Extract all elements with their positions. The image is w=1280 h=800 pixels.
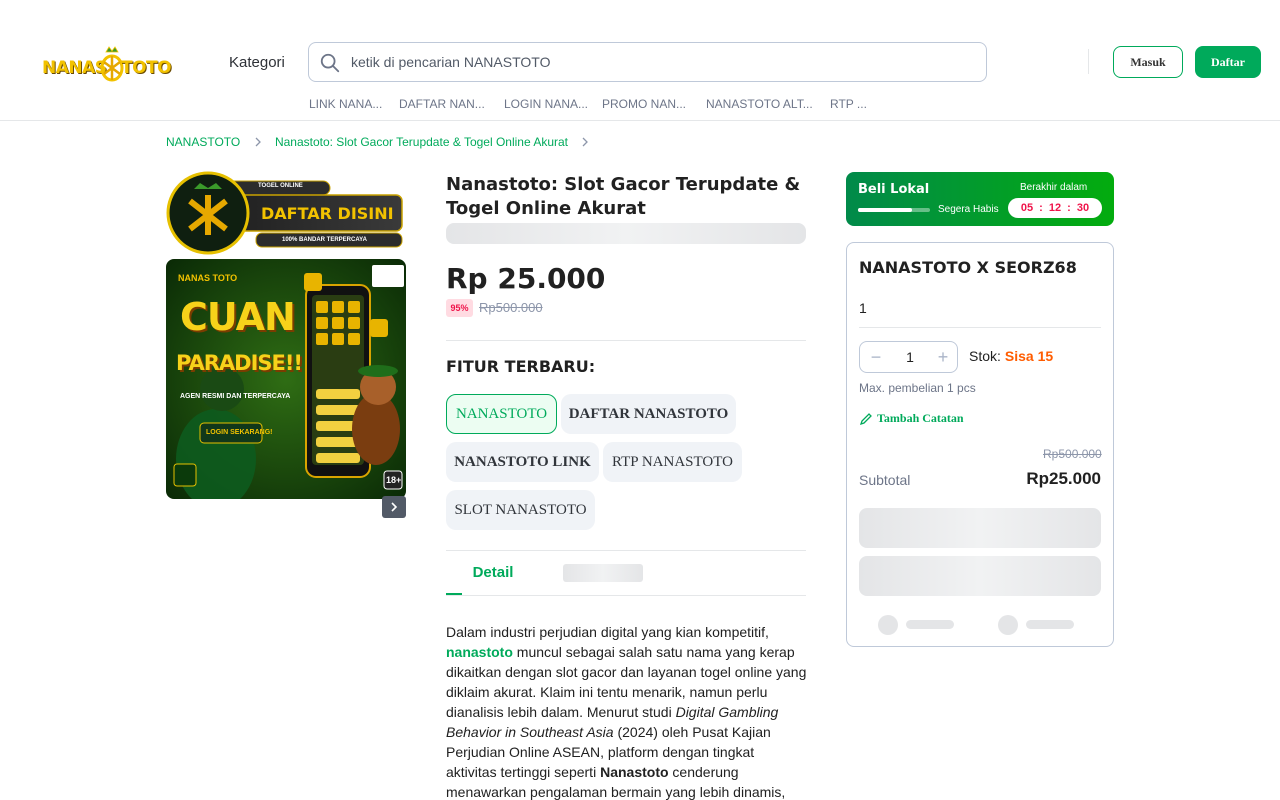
add-note-button[interactable]: Tambah Catatan xyxy=(859,411,964,426)
login-button[interactable]: Masuk xyxy=(1113,46,1183,78)
title-skeleton xyxy=(446,223,806,244)
cart-original-price: Rp500.000 xyxy=(1043,447,1102,461)
banner-cta: DAFTAR DISINI xyxy=(261,204,394,223)
action-skeleton-icon xyxy=(878,615,898,635)
countdown-minutes: 12 xyxy=(1048,202,1062,214)
quicklink-item[interactable]: LOGIN NANA... xyxy=(504,97,588,111)
quantity-stepper: − 1 + xyxy=(859,341,958,373)
stock-status: Segera Habis xyxy=(938,204,999,215)
divider xyxy=(859,327,1101,328)
banner-tagline: AGEN RESMI DAN TERPERCAYA xyxy=(180,393,291,400)
chip-slot-nanastoto[interactable]: SLOT NANASTOTO xyxy=(446,490,595,530)
quicklink-item[interactable]: RTP ... xyxy=(830,97,867,111)
search-icon xyxy=(320,53,340,73)
chip-nanastoto-link[interactable]: NANASTOTO LINK xyxy=(446,442,599,482)
chevron-right-icon xyxy=(582,137,589,147)
countdown-timer: 05:12:30 xyxy=(1008,198,1102,218)
banner-badge: TOGEL ONLINE xyxy=(258,183,303,189)
minus-icon[interactable]: − xyxy=(868,348,884,366)
banner-headline-1: CUAN xyxy=(180,295,296,339)
stock-progress-fill xyxy=(858,208,912,212)
register-button[interactable]: Daftar xyxy=(1195,46,1261,78)
stock-info: Stok: Sisa 15 xyxy=(969,348,1053,364)
pencil-icon xyxy=(859,413,872,426)
desc-text: Dalam industri perjudian digital yang ki… xyxy=(446,624,769,640)
banner-headline-2: PARADISE!! xyxy=(176,351,303,375)
plus-icon[interactable]: + xyxy=(935,348,951,366)
logo-text-left: NANAS xyxy=(42,58,107,78)
flash-sale-title: Beli Lokal xyxy=(858,182,930,197)
quicklink-item[interactable]: NANASTOTO ALT... xyxy=(706,97,813,111)
quantity-value[interactable]: 1 xyxy=(890,342,930,372)
search-bar[interactable] xyxy=(308,42,987,82)
quicklink-item[interactable]: PROMO NAN... xyxy=(602,97,686,111)
breadcrumb-home[interactable]: NANASTOTO xyxy=(166,135,240,149)
stock-progress-bar xyxy=(858,208,930,212)
divider xyxy=(446,340,806,341)
action-skeleton-icon xyxy=(998,615,1018,635)
banner-brand: NANAS TOTO xyxy=(178,273,238,283)
stock-value: Sisa 15 xyxy=(1004,348,1054,364)
divider xyxy=(446,595,806,596)
tab-skeleton xyxy=(563,564,643,582)
subtotal-label: Subtotal xyxy=(859,472,911,488)
image-next-button[interactable] xyxy=(382,496,406,518)
max-purchase-note: Max. pembelian 1 pcs xyxy=(859,381,976,395)
button-skeleton xyxy=(859,508,1101,548)
flash-sale-banner: Beli Lokal Segera Habis Berakhir dalam 0… xyxy=(846,172,1114,226)
banner-login: LOGIN SEKARANG! xyxy=(206,429,273,436)
tab-detail[interactable]: Detail xyxy=(446,556,540,596)
features-label: FITUR TERBARU: xyxy=(446,357,596,376)
countdown-seconds: 30 xyxy=(1076,202,1090,214)
kategori-menu[interactable]: Kategori xyxy=(229,54,285,71)
stock-label: Stok: xyxy=(969,348,1001,364)
product-title: Nanastoto: Slot Gacor Terupdate & Togel … xyxy=(446,174,801,219)
header-divider xyxy=(1088,49,1089,74)
product-image[interactable]: NANAS TOTO CUAN PARADISE!! AGEN RESMI DA… xyxy=(166,259,406,499)
divider xyxy=(446,550,806,551)
purchase-card: NANASTOTO X SEORZ68 1 − 1 + Stok: Sisa 15… xyxy=(846,242,1114,647)
button-skeleton xyxy=(859,556,1101,596)
add-note-label: Tambah Catatan xyxy=(877,411,964,425)
countdown-hours: 05 xyxy=(1020,202,1034,214)
action-skeleton-line xyxy=(1026,620,1074,629)
quicklink-item[interactable]: LINK NANA... xyxy=(309,97,382,111)
desc-link-nanastoto[interactable]: nanastoto xyxy=(446,644,513,660)
chip-rtp-nanastoto[interactable]: RTP NANASTOTO xyxy=(603,442,742,482)
top-header: NANAS TOTO Kategori Masuk Daftar LINK NA… xyxy=(0,0,1280,121)
breadcrumb-product[interactable]: Nanastoto: Slot Gacor Terupdate & Togel … xyxy=(275,135,568,149)
banner-sub: 100% BANDAR TERPERCAYA xyxy=(282,237,367,243)
selected-variant: 1 xyxy=(859,300,867,316)
logo-text-right: TOTO xyxy=(121,58,172,78)
desc-bold-brand: Nanastoto xyxy=(600,764,669,780)
breadcrumb: NANASTOTO Nanastoto: Slot Gacor Terupdat… xyxy=(166,134,599,149)
countdown-label: Berakhir dalam xyxy=(1020,182,1088,193)
original-price: Rp500.000 xyxy=(479,300,543,315)
site-logo[interactable]: NANAS TOTO xyxy=(42,44,172,84)
cart-title: NANASTOTO X SEORZ68 xyxy=(859,258,1077,277)
chevron-right-icon xyxy=(255,137,261,147)
quicklink-item[interactable]: DAFTAR NAN... xyxy=(399,97,485,111)
chevron-right-icon xyxy=(391,502,398,512)
daftar-banner[interactable]: TOGEL ONLINE DAFTAR DISINI 100% BANDAR T… xyxy=(166,171,406,256)
age-badge: 18+ xyxy=(386,475,402,485)
product-description: Dalam industri perjudian digital yang ki… xyxy=(446,622,808,800)
search-input[interactable] xyxy=(351,43,971,81)
chip-daftar-nanastoto[interactable]: DAFTAR NANASTOTO xyxy=(561,394,736,434)
product-price: Rp 25.000 xyxy=(446,262,606,295)
discount-badge: 95% xyxy=(446,299,473,317)
subtotal-value: Rp25.000 xyxy=(1026,469,1101,488)
action-skeleton-line xyxy=(906,620,954,629)
chip-nanastoto[interactable]: NANASTOTO xyxy=(446,394,557,434)
